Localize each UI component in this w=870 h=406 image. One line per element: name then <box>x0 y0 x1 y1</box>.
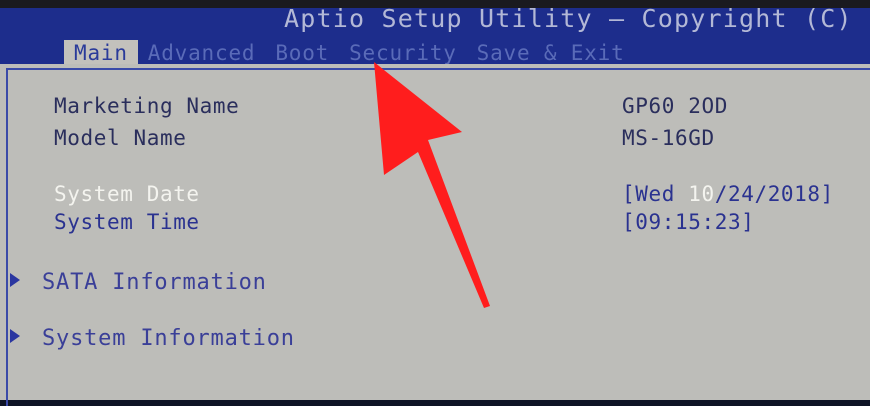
marketing-name-label: Marketing Name <box>54 94 240 118</box>
submenu-sata-information[interactable]: SATA Information <box>10 270 267 295</box>
system-date-label[interactable]: System Date <box>54 182 200 206</box>
tab-main[interactable]: Main <box>64 40 138 66</box>
submenu-sata-label: SATA Information <box>42 270 267 295</box>
tab-save-exit[interactable]: Save & Exit <box>467 40 635 66</box>
system-time-label[interactable]: System Time <box>54 210 200 234</box>
panel-frame <box>6 68 870 406</box>
system-date-value[interactable]: [Wed 10/24/2018] <box>622 182 834 206</box>
triangle-right-icon <box>10 273 20 287</box>
submenu-system-label: System Information <box>42 326 295 351</box>
triangle-right-icon <box>10 329 20 343</box>
system-date-prefix: [Wed <box>622 182 689 206</box>
model-name-label: Model Name <box>54 126 187 150</box>
submenu-system-information[interactable]: System Information <box>10 326 295 351</box>
main-panel: Marketing Name GP60 2OD Model Name MS-16… <box>0 64 870 406</box>
system-time-value[interactable]: [09:15:23] <box>622 210 754 234</box>
bios-header: Aptio Setup Utility – Copyright (C) 2 Ma… <box>0 4 870 66</box>
tab-advanced[interactable]: Advanced <box>138 40 266 66</box>
tab-security[interactable]: Security <box>339 40 467 66</box>
system-date-month[interactable]: 10 <box>688 182 715 206</box>
tab-boot[interactable]: Boot <box>265 40 339 66</box>
marketing-name-value: GP60 2OD <box>622 94 728 118</box>
model-name-value: MS-16GD <box>622 126 715 150</box>
bios-title: Aptio Setup Utility – Copyright (C) 2 <box>284 4 870 33</box>
system-date-rest: /24/2018] <box>714 182 834 206</box>
tab-bar: Main Advanced Boot Security Save & Exit <box>64 40 635 66</box>
